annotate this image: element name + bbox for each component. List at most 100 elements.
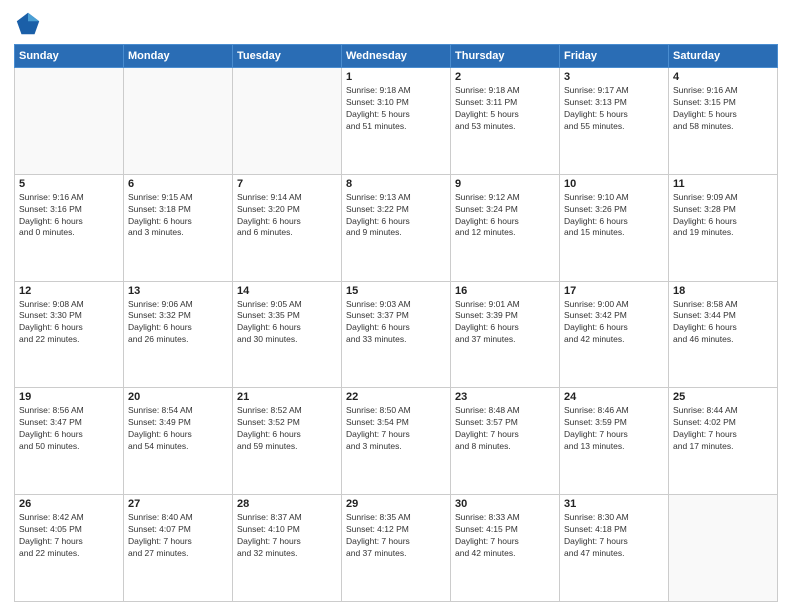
page: SundayMondayTuesdayWednesdayThursdayFrid… [0, 0, 792, 612]
logo [14, 10, 46, 38]
day-cell-31: 31 Sunrise: 8:30 AM Sunset: 4:18 PM Dayli… [560, 495, 669, 602]
day-info: Sunrise: 9:13 AM Sunset: 3:22 PM Dayligh… [346, 192, 446, 240]
weekday-header-tuesday: Tuesday [233, 45, 342, 68]
day-number: 17 [564, 285, 664, 297]
weekday-header-friday: Friday [560, 45, 669, 68]
day-info: Sunrise: 9:10 AM Sunset: 3:26 PM Dayligh… [564, 192, 664, 240]
calendar-table: SundayMondayTuesdayWednesdayThursdayFrid… [14, 44, 778, 602]
day-cell-10: 10 Sunrise: 9:10 AM Sunset: 3:26 PM Dayli… [560, 174, 669, 281]
day-number: 19 [19, 391, 119, 403]
day-info: Sunrise: 8:44 AM Sunset: 4:02 PM Dayligh… [673, 405, 773, 453]
day-cell-29: 29 Sunrise: 8:35 AM Sunset: 4:12 PM Dayli… [342, 495, 451, 602]
day-number: 23 [455, 391, 555, 403]
day-number: 9 [455, 178, 555, 190]
day-cell-15: 15 Sunrise: 9:03 AM Sunset: 3:37 PM Dayli… [342, 281, 451, 388]
weekday-header-thursday: Thursday [451, 45, 560, 68]
day-cell-1: 1Sunrise: 9:18 AM Sunset: 3:10 PM Daylig… [342, 68, 451, 175]
day-info: Sunrise: 9:12 AM Sunset: 3:24 PM Dayligh… [455, 192, 555, 240]
day-cell-12: 12Sunrise: 9:08 AM Sunset: 3:30 PM Dayli… [15, 281, 124, 388]
day-cell-2: 2 Sunrise: 9:18 AM Sunset: 3:11 PM Daylig… [451, 68, 560, 175]
day-cell-7: 7 Sunrise: 9:14 AM Sunset: 3:20 PM Daylig… [233, 174, 342, 281]
day-cell-26: 26Sunrise: 8:42 AM Sunset: 4:05 PM Dayli… [15, 495, 124, 602]
day-info: Sunrise: 8:35 AM Sunset: 4:12 PM Dayligh… [346, 512, 446, 560]
day-number: 5 [19, 178, 119, 190]
day-cell-8: 8 Sunrise: 9:13 AM Sunset: 3:22 PM Daylig… [342, 174, 451, 281]
day-info: Sunrise: 8:50 AM Sunset: 3:54 PM Dayligh… [346, 405, 446, 453]
day-cell-5: 5 Sunrise: 9:16 AM Sunset: 3:16 PM Daylig… [15, 174, 124, 281]
empty-cell [124, 68, 233, 175]
day-info: Sunrise: 8:54 AM Sunset: 3:49 PM Dayligh… [128, 405, 228, 453]
day-cell-3: 3 Sunrise: 9:17 AM Sunset: 3:13 PM Daylig… [560, 68, 669, 175]
day-info: Sunrise: 9:18 AM Sunset: 3:11 PM Dayligh… [455, 85, 555, 133]
day-info: Sunrise: 8:48 AM Sunset: 3:57 PM Dayligh… [455, 405, 555, 453]
day-info: Sunrise: 9:06 AM Sunset: 3:32 PM Dayligh… [128, 299, 228, 347]
day-info: Sunrise: 9:05 AM Sunset: 3:35 PM Dayligh… [237, 299, 337, 347]
day-number: 13 [128, 285, 228, 297]
day-number: 14 [237, 285, 337, 297]
day-info: Sunrise: 8:33 AM Sunset: 4:15 PM Dayligh… [455, 512, 555, 560]
day-cell-18: 18Sunrise: 8:58 AM Sunset: 3:44 PM Dayli… [669, 281, 778, 388]
day-number: 27 [128, 498, 228, 510]
day-number: 4 [673, 71, 773, 83]
day-number: 28 [237, 498, 337, 510]
day-number: 6 [128, 178, 228, 190]
day-info: Sunrise: 9:14 AM Sunset: 3:20 PM Dayligh… [237, 192, 337, 240]
logo-icon [14, 10, 42, 38]
day-cell-25: 25 Sunrise: 8:44 AM Sunset: 4:02 PM Dayli… [669, 388, 778, 495]
day-number: 2 [455, 71, 555, 83]
day-cell-16: 16Sunrise: 9:01 AM Sunset: 3:39 PM Dayli… [451, 281, 560, 388]
weekday-header-wednesday: Wednesday [342, 45, 451, 68]
day-info: Sunrise: 8:46 AM Sunset: 3:59 PM Dayligh… [564, 405, 664, 453]
day-number: 30 [455, 498, 555, 510]
week-row-5: 26Sunrise: 8:42 AM Sunset: 4:05 PM Dayli… [15, 495, 778, 602]
day-cell-21: 21 Sunrise: 8:52 AM Sunset: 3:52 PM Dayli… [233, 388, 342, 495]
day-number: 31 [564, 498, 664, 510]
day-cell-6: 6 Sunrise: 9:15 AM Sunset: 3:18 PM Daylig… [124, 174, 233, 281]
day-number: 29 [346, 498, 446, 510]
day-info: Sunrise: 8:52 AM Sunset: 3:52 PM Dayligh… [237, 405, 337, 453]
day-number: 20 [128, 391, 228, 403]
day-number: 15 [346, 285, 446, 297]
empty-cell [669, 495, 778, 602]
day-number: 18 [673, 285, 773, 297]
day-number: 8 [346, 178, 446, 190]
day-number: 21 [237, 391, 337, 403]
day-info: Sunrise: 9:08 AM Sunset: 3:30 PM Dayligh… [19, 299, 119, 347]
day-cell-30: 30 Sunrise: 8:33 AM Sunset: 4:15 PM Dayli… [451, 495, 560, 602]
day-number: 7 [237, 178, 337, 190]
day-info: Sunrise: 9:17 AM Sunset: 3:13 PM Dayligh… [564, 85, 664, 133]
weekday-header-row: SundayMondayTuesdayWednesdayThursdayFrid… [15, 45, 778, 68]
day-cell-14: 14 Sunrise: 9:05 AM Sunset: 3:35 PM Dayli… [233, 281, 342, 388]
day-cell-22: 22 Sunrise: 8:50 AM Sunset: 3:54 PM Dayli… [342, 388, 451, 495]
empty-cell [15, 68, 124, 175]
day-info: Sunrise: 8:42 AM Sunset: 4:05 PM Dayligh… [19, 512, 119, 560]
empty-cell [233, 68, 342, 175]
day-info: Sunrise: 9:15 AM Sunset: 3:18 PM Dayligh… [128, 192, 228, 240]
day-info: Sunrise: 8:37 AM Sunset: 4:10 PM Dayligh… [237, 512, 337, 560]
weekday-header-monday: Monday [124, 45, 233, 68]
day-cell-23: 23 Sunrise: 8:48 AM Sunset: 3:57 PM Dayli… [451, 388, 560, 495]
day-cell-28: 28 Sunrise: 8:37 AM Sunset: 4:10 PM Dayli… [233, 495, 342, 602]
week-row-1: 1Sunrise: 9:18 AM Sunset: 3:10 PM Daylig… [15, 68, 778, 175]
day-number: 11 [673, 178, 773, 190]
day-info: Sunrise: 9:01 AM Sunset: 3:39 PM Dayligh… [455, 299, 555, 347]
day-number: 24 [564, 391, 664, 403]
day-cell-11: 11 Sunrise: 9:09 AM Sunset: 3:28 PM Dayli… [669, 174, 778, 281]
day-cell-19: 19Sunrise: 8:56 AM Sunset: 3:47 PM Dayli… [15, 388, 124, 495]
day-number: 10 [564, 178, 664, 190]
day-info: Sunrise: 9:09 AM Sunset: 3:28 PM Dayligh… [673, 192, 773, 240]
weekday-header-sunday: Sunday [15, 45, 124, 68]
day-info: Sunrise: 9:03 AM Sunset: 3:37 PM Dayligh… [346, 299, 446, 347]
day-cell-27: 27Sunrise: 8:40 AM Sunset: 4:07 PM Dayli… [124, 495, 233, 602]
day-number: 25 [673, 391, 773, 403]
day-number: 22 [346, 391, 446, 403]
week-row-2: 5 Sunrise: 9:16 AM Sunset: 3:16 PM Daylig… [15, 174, 778, 281]
day-info: Sunrise: 8:30 AM Sunset: 4:18 PM Dayligh… [564, 512, 664, 560]
day-info: Sunrise: 9:18 AM Sunset: 3:10 PM Dayligh… [346, 85, 446, 133]
day-cell-24: 24 Sunrise: 8:46 AM Sunset: 3:59 PM Dayli… [560, 388, 669, 495]
day-cell-20: 20 Sunrise: 8:54 AM Sunset: 3:49 PM Dayli… [124, 388, 233, 495]
week-row-3: 12Sunrise: 9:08 AM Sunset: 3:30 PM Dayli… [15, 281, 778, 388]
day-info: Sunrise: 9:16 AM Sunset: 3:16 PM Dayligh… [19, 192, 119, 240]
day-number: 3 [564, 71, 664, 83]
day-cell-17: 17Sunrise: 9:00 AM Sunset: 3:42 PM Dayli… [560, 281, 669, 388]
